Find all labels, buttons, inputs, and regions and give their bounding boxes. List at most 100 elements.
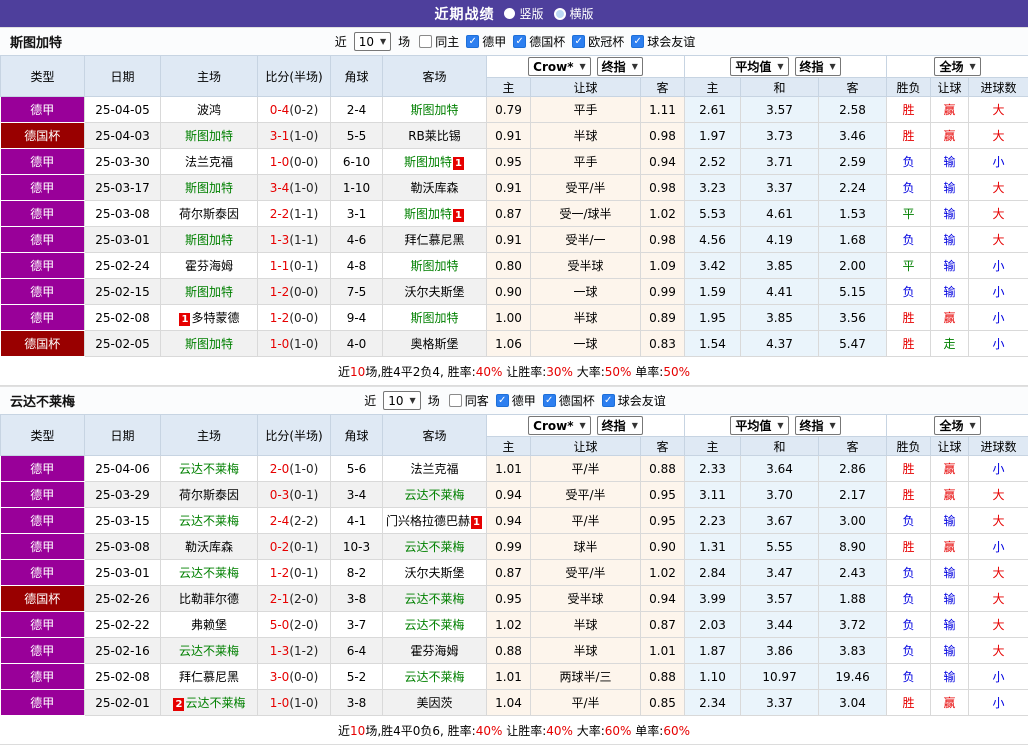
sections-container: 斯图加特近10▼场同主✓德甲✓德国杯✓欧冠杯✓球会友谊类型日期主场比分(半场)角…: [0, 27, 1028, 745]
date-cell: 25-03-01: [85, 227, 161, 253]
same-venue-checkbox[interactable]: [419, 35, 432, 48]
average-odds-cell: 3.67: [741, 508, 819, 534]
final-index-select[interactable]: 终指▼: [795, 57, 841, 76]
result-cell: 大: [969, 97, 1028, 123]
column-header: 比分(半场): [258, 56, 331, 97]
average-odds-cell: 2.00: [819, 253, 887, 279]
result-cell: 大: [969, 227, 1028, 253]
home-team-cell: 斯图加特: [161, 175, 258, 201]
crow-odds-cell: 1.04: [487, 690, 531, 716]
layout-radio-vertical-wrap[interactable]: 竖版: [504, 5, 543, 22]
matches-label: 场: [398, 33, 410, 50]
home-team-cell: 斯图加特: [161, 279, 258, 305]
home-team-cell: 霍芬海姆: [161, 253, 258, 279]
sub-column-header: 和: [741, 78, 819, 97]
league-checkbox[interactable]: ✓: [572, 35, 585, 48]
full-match-select[interactable]: 全场▼: [934, 416, 980, 435]
score-cell: 1-3(1-1): [258, 227, 331, 253]
sub-column-header: 客: [641, 437, 685, 456]
sub-column-header: 让球: [531, 78, 641, 97]
crow-odds-cell: 1.09: [641, 253, 685, 279]
average-odds-cell: 1.54: [685, 331, 741, 357]
table-row: 德国杯25-04-03斯图加特3-1(1-0)5-5RB莱比锡0.91半球0.9…: [1, 123, 1028, 149]
average-odds-cell: 1.88: [819, 586, 887, 612]
recent-label: 近: [364, 392, 376, 409]
crow-odds-cell: 受平/半: [531, 482, 641, 508]
crow-odds-cell: 1.11: [641, 97, 685, 123]
half-time-score: (1-0): [289, 696, 318, 710]
radio-selected-icon[interactable]: [504, 8, 515, 19]
average-select[interactable]: 平均值▼: [730, 416, 788, 435]
check-icon: ✓: [604, 395, 612, 406]
league-checkbox[interactable]: ✓: [631, 35, 644, 48]
score-cell: 2-0(1-0): [258, 456, 331, 482]
crow-odds-cell: 0.87: [487, 201, 531, 227]
result-cell: 小: [969, 253, 1028, 279]
crow-select[interactable]: Crow*▼: [528, 57, 591, 76]
same-venue-checkbox[interactable]: [449, 394, 462, 407]
league-checkbox-label: 球会友谊: [647, 33, 695, 50]
crow-odds-cell: 受半球: [531, 253, 641, 279]
league-checkbox[interactable]: ✓: [496, 394, 509, 407]
sub-column-header: 客: [819, 437, 887, 456]
select-value: Crow*: [533, 60, 573, 74]
away-team-cell: 云达不莱梅: [383, 664, 487, 690]
average-odds-cell: 3.42: [685, 253, 741, 279]
summary-segment: 单率:: [631, 365, 663, 379]
league-checkbox[interactable]: ✓: [513, 35, 526, 48]
sub-column-header: 和: [741, 437, 819, 456]
average-select[interactable]: 平均值▼: [730, 57, 788, 76]
recent-count-select[interactable]: 10▼: [354, 32, 391, 51]
select-value: 全场: [939, 417, 963, 434]
half-time-score: (1-1): [289, 233, 318, 247]
league-checkbox[interactable]: ✓: [466, 35, 479, 48]
score-cell: 1-3(1-2): [258, 638, 331, 664]
final-index-select[interactable]: 终指▼: [795, 416, 841, 435]
date-cell: 25-04-06: [85, 456, 161, 482]
league-checkbox[interactable]: ✓: [543, 394, 556, 407]
final-index-select[interactable]: 终指▼: [597, 416, 643, 435]
team-link: 斯图加特: [185, 129, 233, 143]
home-team-cell: 荷尔斯泰因: [161, 201, 258, 227]
table-row: 德甲25-03-08荷尔斯泰因2-2(1-1)3-1斯图加特10.87受一/球半…: [1, 201, 1028, 227]
league-cell: 德甲: [1, 508, 85, 534]
average-odds-cell: 1.97: [685, 123, 741, 149]
result-cell: 小: [969, 534, 1028, 560]
league-checkbox[interactable]: ✓: [602, 394, 615, 407]
radio-unselected-icon[interactable]: [554, 8, 566, 20]
recent-count-select[interactable]: 10▼: [383, 391, 420, 410]
full-match-select[interactable]: 全场▼: [934, 57, 980, 76]
full-time-score: 0-3: [270, 488, 290, 502]
league-cell: 德甲: [1, 175, 85, 201]
league-checkbox-label: 德甲: [482, 33, 506, 50]
result-cell: 胜: [887, 123, 931, 149]
chevron-down-icon: ▼: [410, 396, 416, 405]
crow-select[interactable]: Crow*▼: [528, 416, 591, 435]
result-cell: 负: [887, 612, 931, 638]
final-index-select[interactable]: 终指▼: [597, 57, 643, 76]
full-time-score: 1-2: [270, 311, 290, 325]
layout-radio-horizontal-wrap[interactable]: 横版: [554, 5, 594, 22]
average-odds-cell: 3.85: [741, 305, 819, 331]
crow-odds-cell: 0.95: [641, 508, 685, 534]
column-header: 类型: [1, 56, 85, 97]
result-cell: 负: [887, 149, 931, 175]
select-value: 全场: [939, 58, 963, 75]
team-link: 斯图加特: [185, 233, 233, 247]
date-cell: 25-03-08: [85, 534, 161, 560]
column-header: 客场: [383, 56, 487, 97]
average-odds-cell: 4.41: [741, 279, 819, 305]
away-team-cell: 斯图加特: [383, 305, 487, 331]
crow-odds-cell: 一球: [531, 279, 641, 305]
column-header: 日期: [85, 415, 161, 456]
select-value: Crow*: [533, 419, 573, 433]
team-link: 霍芬海姆: [185, 259, 233, 273]
result-cell: 输: [931, 612, 969, 638]
result-cell: 负: [887, 664, 931, 690]
score-cell: 1-0(1-0): [258, 331, 331, 357]
half-time-score: (0-2): [289, 103, 318, 117]
home-team-cell: 云达不莱梅: [161, 456, 258, 482]
column-header: 主场: [161, 56, 258, 97]
table-row: 德甲25-02-16云达不莱梅1-3(1-2)6-4霍芬海姆0.88半球1.01…: [1, 638, 1028, 664]
result-cell: 赢: [931, 482, 969, 508]
